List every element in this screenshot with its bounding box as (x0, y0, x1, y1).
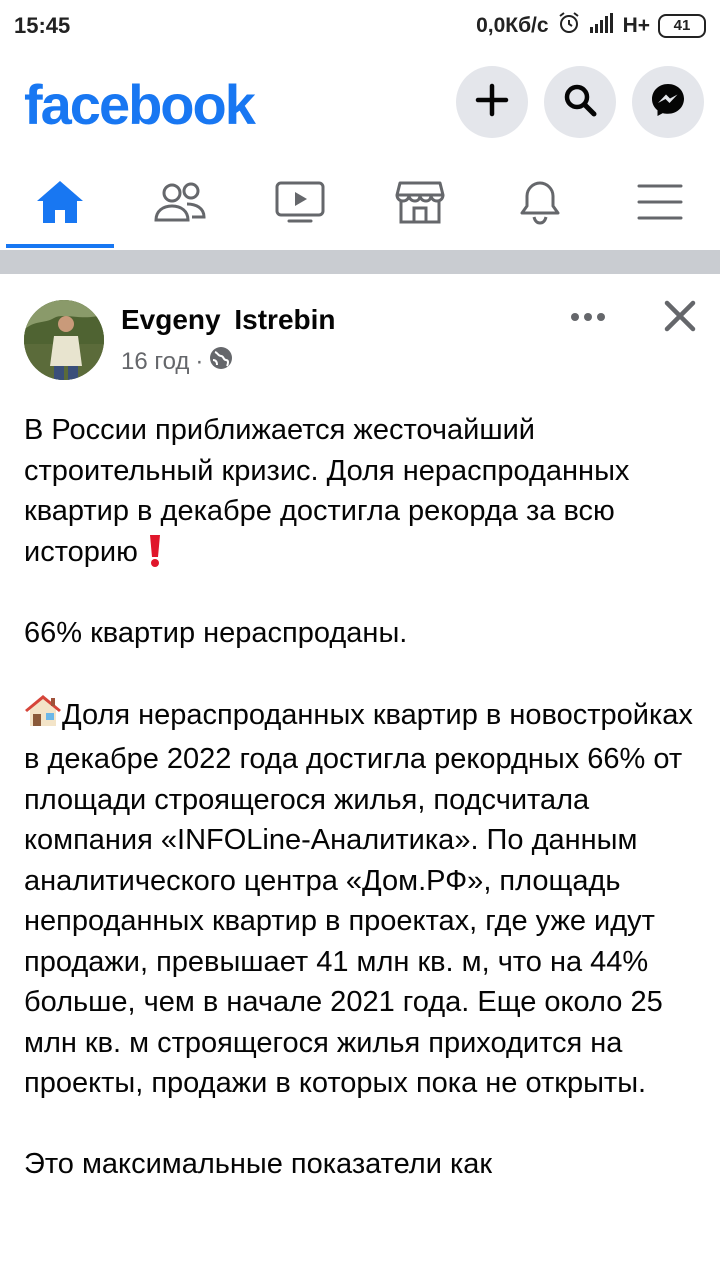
close-icon (664, 300, 696, 337)
facebook-logo[interactable]: facebook (24, 72, 256, 137)
more-icon (570, 309, 606, 327)
post-author[interactable]: Evgeny Istrebin (121, 304, 336, 336)
network-speed: 0,0Кб/с (476, 14, 549, 37)
globe-icon (209, 346, 233, 377)
main-nav (0, 160, 720, 250)
app-header: facebook (0, 60, 720, 150)
hide-post-button[interactable] (660, 298, 700, 338)
tab-home[interactable] (6, 160, 114, 248)
post-options-button[interactable] (566, 300, 610, 336)
tab-notifications[interactable] (486, 160, 594, 248)
post-time[interactable]: 16 год (121, 348, 189, 376)
signal-icon (589, 13, 615, 39)
marketplace-icon (395, 180, 445, 229)
search-icon (562, 82, 598, 123)
menu-icon (637, 183, 683, 226)
tab-video[interactable] (246, 160, 354, 248)
tab-menu[interactable] (606, 160, 714, 248)
post-paragraph: Это максимальные показатели как (24, 1148, 493, 1180)
post-meta: 16 год · (121, 346, 233, 377)
active-tab-indicator (6, 244, 114, 248)
tab-marketplace[interactable] (366, 160, 474, 248)
meta-separator: · (195, 347, 204, 375)
battery-icon: 41 (658, 14, 706, 38)
house-icon (24, 694, 62, 740)
post-body: В России приближается жесточайший строит… (24, 410, 704, 1185)
post-paragraph: В России приближается жесточайший строит… (24, 414, 630, 568)
alarm-icon (557, 11, 581, 41)
messenger-icon (649, 81, 687, 124)
plus-icon (475, 83, 509, 122)
avatar[interactable] (24, 300, 104, 380)
create-button[interactable] (456, 66, 528, 138)
friends-icon (153, 180, 207, 229)
home-icon (35, 179, 85, 230)
status-right: 0,0Кб/с H+ 41 (476, 11, 706, 41)
tab-friends[interactable] (126, 160, 234, 248)
status-time: 15:45 (14, 13, 71, 38)
messenger-button[interactable] (632, 66, 704, 138)
notifications-icon (517, 179, 563, 230)
feed-divider (0, 250, 720, 274)
status-bar: 15:45 0,0Кб/с H+ 41 (0, 0, 720, 52)
post-header: Evgeny Istrebin 16 год · (0, 290, 720, 390)
network-type: H+ (622, 14, 650, 37)
post-paragraph: Доля нераспроданных квартир в новостройк… (24, 694, 704, 1104)
post-paragraph: 66% квартир нераспроданы. (24, 616, 408, 649)
video-icon (275, 181, 325, 228)
search-button[interactable] (544, 66, 616, 138)
exclamation-icon (146, 534, 164, 568)
